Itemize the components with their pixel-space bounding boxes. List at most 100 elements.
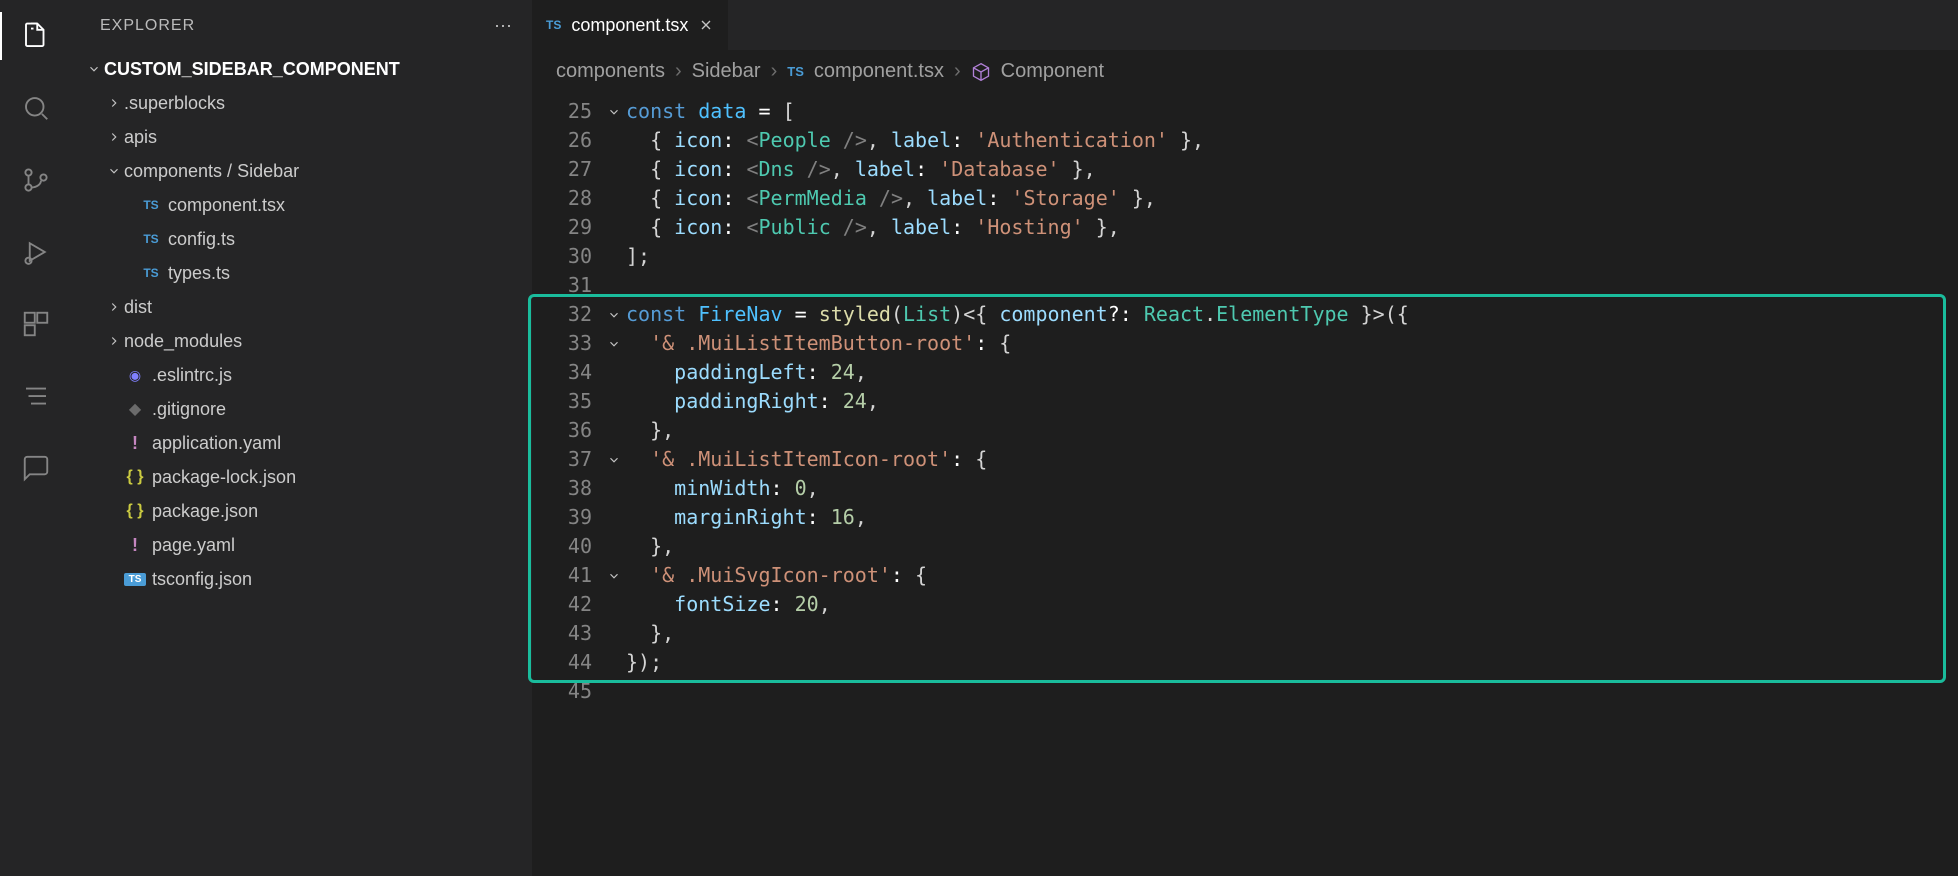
fold-empty <box>602 590 626 619</box>
code-line[interactable]: { icon: <Public />, label: 'Hosting' }, <box>626 213 1958 242</box>
fold-chevron-icon[interactable] <box>602 329 626 358</box>
fold-empty <box>602 503 626 532</box>
breadcrumb-item[interactable]: components <box>556 60 665 83</box>
tree-folder[interactable]: apis <box>72 120 532 154</box>
tab-component-tsx[interactable]: TS component.tsx <box>532 0 729 50</box>
explorer-header: EXPLORER ⋯ <box>72 0 532 48</box>
tree-file[interactable]: TScomponent.tsx <box>72 188 532 222</box>
code-editor[interactable]: 2526272829303132333435363738394041424344… <box>532 91 1958 706</box>
json-icon: { } <box>124 468 146 486</box>
activity-search-icon[interactable] <box>12 84 60 132</box>
line-number: 31 <box>532 271 602 300</box>
code-line[interactable]: paddingLeft: 24, <box>626 358 1958 387</box>
code-line[interactable]: marginRight: 16, <box>626 503 1958 532</box>
tree-file[interactable]: !page.yaml <box>72 528 532 562</box>
fold-chevron-icon[interactable] <box>602 561 626 590</box>
tree-root[interactable]: CUSTOM_SIDEBAR_COMPONENT <box>72 52 532 86</box>
activity-outline-icon[interactable] <box>12 372 60 420</box>
ts-icon: TS <box>140 232 162 246</box>
tree-item-label: component.tsx <box>168 195 285 216</box>
explorer-more-icon[interactable]: ⋯ <box>494 16 512 37</box>
code-content[interactable]: const data = [ { icon: <People />, label… <box>626 97 1958 706</box>
code-line[interactable]: ]; <box>626 242 1958 271</box>
code-line[interactable]: const FireNav = styled(List)<{ component… <box>626 300 1958 329</box>
tree-root-label: CUSTOM_SIDEBAR_COMPONENT <box>104 59 400 80</box>
code-line[interactable]: '& .MuiListItemButton-root': { <box>626 329 1958 358</box>
tree-folder[interactable]: .superblocks <box>72 86 532 120</box>
fold-empty <box>602 619 626 648</box>
fold-empty <box>602 532 626 561</box>
fold-gutter[interactable] <box>602 97 626 706</box>
tree-folder[interactable]: components / Sidebar <box>72 154 532 188</box>
activity-run-debug-icon[interactable] <box>12 228 60 276</box>
activity-remote-icon[interactable] <box>12 444 60 492</box>
line-number: 37 <box>532 445 602 474</box>
component-symbol-icon <box>971 62 991 82</box>
editor-tabs: TS component.tsx <box>532 0 1958 50</box>
breadcrumb-item[interactable]: component.tsx <box>814 60 944 83</box>
code-line[interactable] <box>626 677 1958 706</box>
chevron-down-icon <box>104 164 124 178</box>
yaml-icon: ! <box>124 433 146 454</box>
activity-extensions-icon[interactable] <box>12 300 60 348</box>
code-line[interactable]: }); <box>626 648 1958 677</box>
tree-item-label: .superblocks <box>124 93 225 114</box>
chevron-right-icon <box>104 130 124 144</box>
tree-file[interactable]: TS config.ts <box>72 222 532 256</box>
fold-chevron-icon[interactable] <box>602 97 626 126</box>
code-line[interactable]: '& .MuiListItemIcon-root': { <box>626 445 1958 474</box>
tree-file[interactable]: !application.yaml <box>72 426 532 460</box>
tree-item-label: types.ts <box>168 263 230 284</box>
activity-source-control-icon[interactable] <box>12 156 60 204</box>
code-line[interactable]: '& .MuiSvgIcon-root': { <box>626 561 1958 590</box>
fold-empty <box>602 474 626 503</box>
fold-empty <box>602 213 626 242</box>
editor-area: TS component.tsx components › Sidebar › … <box>532 0 1958 876</box>
activity-files-icon[interactable] <box>12 12 60 60</box>
tree-file[interactable]: TStypes.ts <box>72 256 532 290</box>
tree-file[interactable]: { }package.json <box>72 494 532 528</box>
code-line[interactable]: }, <box>626 416 1958 445</box>
fold-chevron-icon[interactable] <box>602 445 626 474</box>
code-line[interactable]: }, <box>626 532 1958 561</box>
breadcrumb-item[interactable]: Sidebar <box>692 60 761 83</box>
eslint-icon: ◉ <box>124 367 146 384</box>
code-line[interactable]: paddingRight: 24, <box>626 387 1958 416</box>
chevron-right-icon: › <box>771 60 778 83</box>
fold-chevron-icon[interactable] <box>602 300 626 329</box>
breadcrumbs[interactable]: components › Sidebar › TS component.tsx … <box>532 50 1958 91</box>
tree-item-label: .gitignore <box>152 399 226 420</box>
tree-file[interactable]: ◆.gitignore <box>72 392 532 426</box>
tree-file[interactable]: { }package-lock.json <box>72 460 532 494</box>
code-line[interactable]: minWidth: 0, <box>626 474 1958 503</box>
fold-empty <box>602 184 626 213</box>
breadcrumb-item[interactable]: Component <box>1001 60 1104 83</box>
tab-label: component.tsx <box>571 15 688 36</box>
tree-folder[interactable]: node_modules <box>72 324 532 358</box>
code-line[interactable]: }, <box>626 619 1958 648</box>
tree-item-label: components / Sidebar <box>124 161 299 182</box>
fold-empty <box>602 416 626 445</box>
line-number: 34 <box>532 358 602 387</box>
code-line[interactable]: { icon: <Dns />, label: 'Database' }, <box>626 155 1958 184</box>
ts-icon: TS <box>787 64 804 79</box>
file-tree: CUSTOM_SIDEBAR_COMPONENT .superblocks api… <box>72 48 532 600</box>
code-line[interactable]: fontSize: 20, <box>626 590 1958 619</box>
line-number: 41 <box>532 561 602 590</box>
code-line[interactable] <box>626 271 1958 300</box>
tree-folder[interactable]: dist <box>72 290 532 324</box>
code-line[interactable]: { icon: <People />, label: 'Authenticati… <box>626 126 1958 155</box>
fold-empty <box>602 126 626 155</box>
line-number-gutter: 2526272829303132333435363738394041424344… <box>532 97 602 706</box>
tree-file[interactable]: TStsconfig.json <box>72 562 532 596</box>
close-icon[interactable] <box>698 17 714 33</box>
code-line[interactable]: const data = [ <box>626 97 1958 126</box>
tsconfig-icon: TS <box>124 573 146 586</box>
line-number: 33 <box>532 329 602 358</box>
tree-file[interactable]: ◉.eslintrc.js <box>72 358 532 392</box>
tree-item-label: package.json <box>152 501 258 522</box>
tree-item-label: config.ts <box>168 229 235 250</box>
line-number: 28 <box>532 184 602 213</box>
line-number: 27 <box>532 155 602 184</box>
code-line[interactable]: { icon: <PermMedia />, label: 'Storage' … <box>626 184 1958 213</box>
